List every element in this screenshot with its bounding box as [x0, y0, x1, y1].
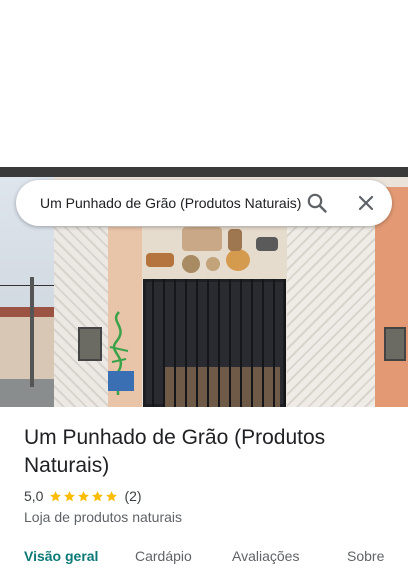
search-icon[interactable]: [305, 191, 329, 215]
photo-meter-left: [78, 327, 102, 361]
photo-roof-band: [0, 167, 408, 177]
star-icon: [92, 490, 104, 501]
review-count[interactable]: (2): [124, 488, 141, 504]
tab-menu[interactable]: Cardápio: [135, 546, 192, 566]
top-blank-area: [0, 0, 408, 167]
photo-shelf-area: [142, 227, 287, 282]
rating-row[interactable]: 5,0 (2): [24, 487, 142, 505]
photo-shelf-item: [146, 253, 174, 267]
photo-shelf-item: [226, 249, 250, 271]
star-icon: [78, 490, 90, 501]
search-bar[interactable]: Um Punhado de Grão (Produtos Naturais): [16, 180, 392, 226]
place-tabs: Visão geral Cardápio Avaliações Sobre: [0, 540, 408, 574]
photo-pillar-right: [287, 227, 375, 407]
photo-meter-right: [384, 327, 406, 361]
search-input[interactable]: Um Punhado de Grão (Produtos Naturais): [40, 193, 302, 213]
tab-reviews[interactable]: Avaliações: [232, 546, 299, 566]
photo-shelf-item: [228, 229, 242, 251]
close-icon[interactable]: [354, 191, 378, 215]
photo-pole: [30, 277, 34, 387]
photo-shelf-item: [182, 227, 222, 251]
photo-pillar-left: [54, 227, 108, 407]
photo-grille: [143, 279, 286, 407]
rating-stars: [49, 490, 119, 503]
star-icon: [106, 490, 118, 501]
tab-about[interactable]: Sobre: [347, 546, 384, 566]
tab-overview[interactable]: Visão geral: [24, 546, 98, 566]
star-icon: [64, 490, 76, 501]
photo-shelf-item: [206, 257, 220, 271]
place-title: Um Punhado de Grão (Produtos Naturais): [24, 426, 326, 477]
place-category[interactable]: Loja de produtos naturais: [24, 508, 182, 526]
rating-value: 5,0: [24, 488, 44, 504]
star-icon: [50, 490, 62, 501]
photo-shelf-item: [182, 255, 200, 273]
photo-poster: [108, 371, 134, 391]
photo-shelf-item: [256, 237, 278, 251]
